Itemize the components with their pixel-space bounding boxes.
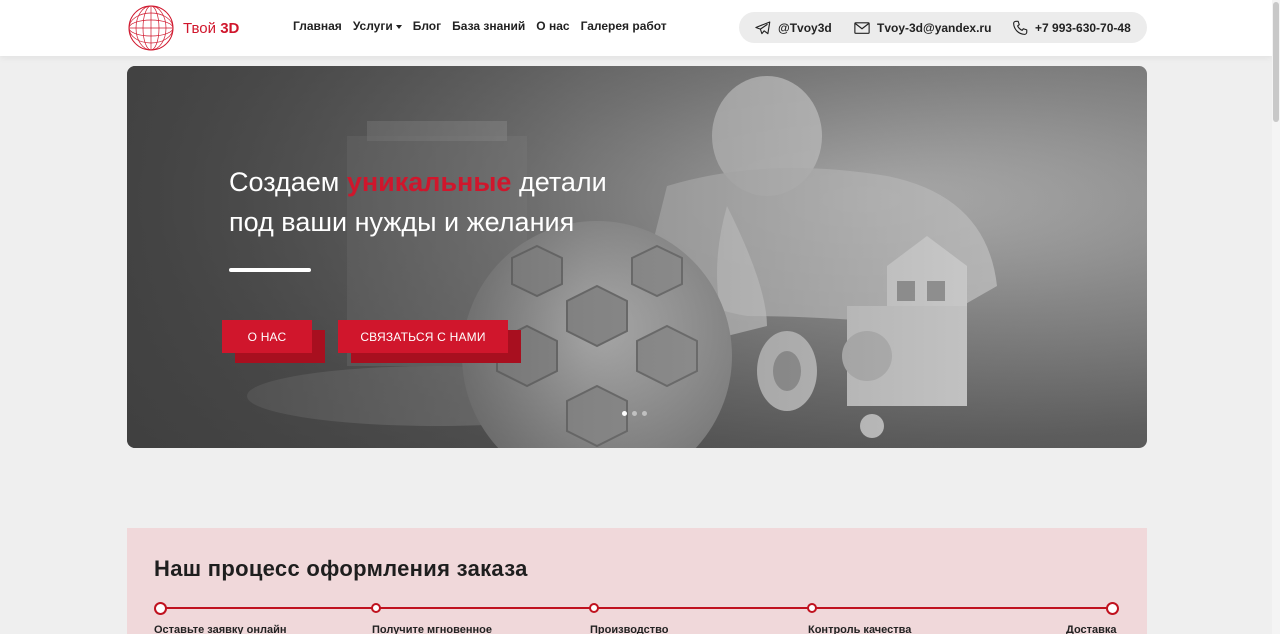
timeline-node-3 — [589, 603, 599, 613]
scrollbar-thumb[interactable] — [1273, 2, 1279, 122]
logo-sphere-icon — [128, 5, 174, 51]
step-label-2: Получите мгновенное — [372, 624, 492, 634]
phone-icon — [1013, 20, 1028, 35]
hero-divider — [229, 268, 311, 272]
order-process-section: Наш процесс оформления заказа Оставьте з… — [127, 528, 1147, 634]
slider-dot-1[interactable] — [622, 411, 627, 416]
email-address: Tvoy-3d@yandex.ru — [877, 20, 992, 35]
phone-link[interactable]: +7 993-630-70-48 — [1011, 19, 1131, 37]
nav-item-about[interactable]: О нас — [536, 19, 569, 33]
chevron-down-icon — [395, 24, 402, 29]
step-label-3: Производство — [590, 624, 669, 634]
timeline-node-5 — [1106, 602, 1119, 615]
hero-title: Создаем уникальные детали под ваши нужды… — [229, 167, 607, 237]
contact-us-button-label: Связаться с нами — [338, 320, 508, 353]
logo-text: Твой 3D — [183, 19, 240, 37]
step-label-1: Оставьте заявку онлайн — [154, 624, 287, 634]
step-label-4: Контроль качества — [808, 624, 912, 634]
nav-item-blog[interactable]: Блог — [413, 19, 441, 33]
process-title: Наш процесс оформления заказа — [154, 556, 528, 581]
slider-dot-2[interactable] — [632, 411, 637, 416]
step-label-5: Доставка — [1066, 624, 1117, 634]
hero-3d-models-image — [127, 66, 1147, 448]
telegram-link[interactable]: @Tvoy3d — [754, 19, 832, 37]
contacts-bar: @Tvoy3d Tvoy-3d@yandex.ru +7 993-630-70-… — [739, 12, 1147, 43]
hero-slider: Создаем уникальные детали под ваши нужды… — [127, 66, 1147, 448]
contact-us-button[interactable]: Связаться с нами — [338, 320, 521, 363]
nav-item-services[interactable]: Услуги — [353, 19, 402, 33]
site-header: Твой 3D Главная Услуги Блог База знаний … — [0, 0, 1272, 56]
mail-icon — [854, 21, 870, 34]
timeline-node-2 — [371, 603, 381, 613]
main-nav: Главная Услуги Блог База знаний О нас Га… — [293, 19, 678, 33]
telegram-handle: @Tvoy3d — [778, 20, 832, 35]
phone-number: +7 993-630-70-48 — [1035, 20, 1131, 35]
process-timeline — [160, 607, 1113, 609]
telegram-icon — [755, 20, 771, 34]
timeline-node-1 — [154, 602, 167, 615]
email-link[interactable]: Tvoy-3d@yandex.ru — [853, 19, 991, 37]
timeline-node-4 — [807, 603, 817, 613]
about-button-label: О нас — [222, 320, 312, 353]
slider-dot-3[interactable] — [642, 411, 647, 416]
logo[interactable]: Твой 3D — [127, 4, 239, 52]
nav-item-knowledge-base[interactable]: База знаний — [452, 19, 525, 33]
about-button[interactable]: О нас — [222, 320, 325, 363]
page-scrollbar[interactable] — [1272, 0, 1280, 634]
nav-item-home[interactable]: Главная — [293, 19, 342, 33]
slider-dots — [622, 411, 652, 416]
nav-item-gallery[interactable]: Галерея работ — [581, 19, 667, 33]
